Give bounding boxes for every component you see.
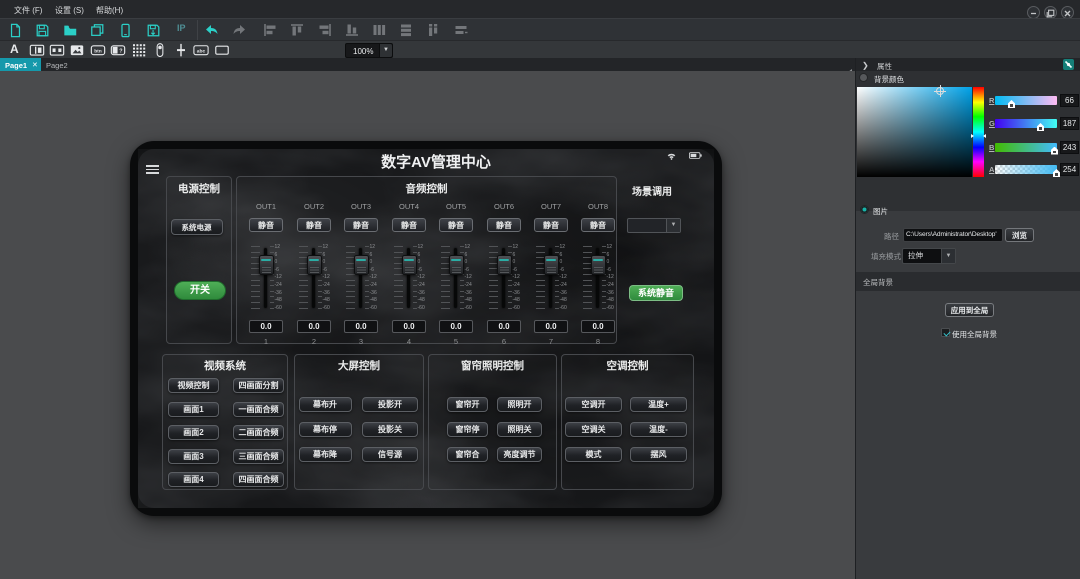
svg-text:abc: abc (197, 48, 206, 54)
svg-text:btn: btn (94, 48, 102, 54)
svg-text:?: ? (119, 48, 122, 54)
